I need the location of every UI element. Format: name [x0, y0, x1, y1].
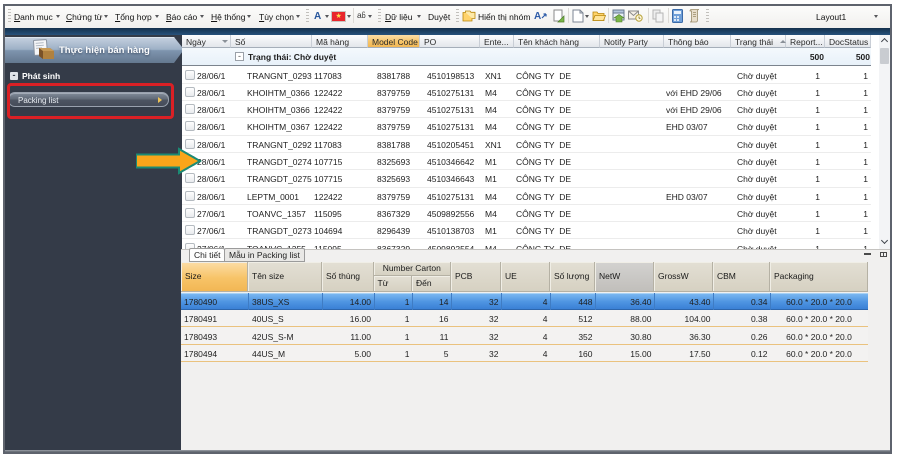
svg-text:A: A — [534, 11, 541, 22]
